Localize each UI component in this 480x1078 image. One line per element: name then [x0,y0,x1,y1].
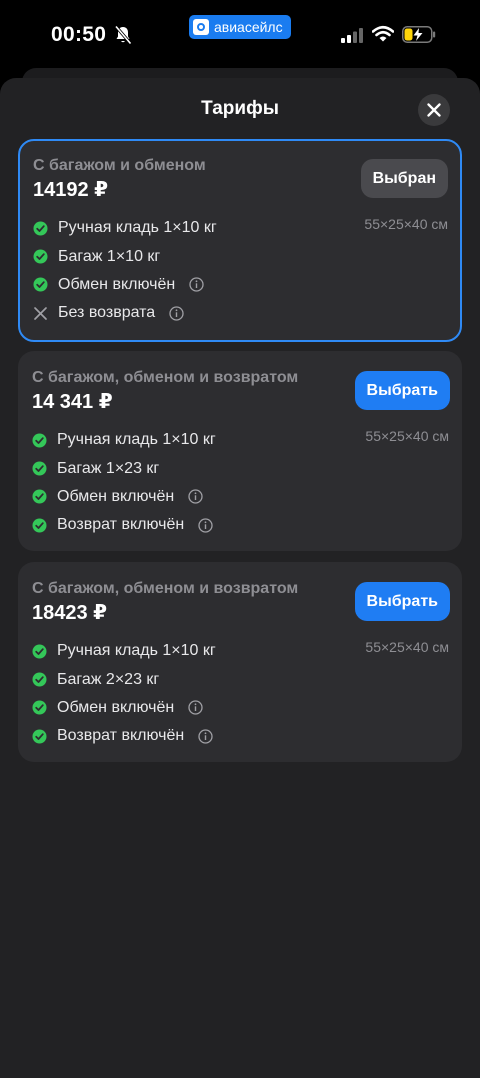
tariff-card[interactable]: С багажом и обменом 14192 ₽ Выбран 55×25… [18,139,462,342]
feature-item: Ручная кладь 1×10 кг [33,214,217,242]
tariff-card[interactable]: С багажом, обменом и возвратом 18423 ₽ В… [18,562,462,762]
feature-item: Багаж 1×23 кг [32,454,216,482]
cross-icon [33,306,48,321]
tariff-title: С багажом и обменом [33,157,206,174]
status-time: 00:50 [51,23,107,46]
feature-label: Багаж 2×23 кг [57,670,160,688]
aviasales-logo-icon [193,19,209,35]
info-icon[interactable] [198,729,213,744]
bell-slash-icon [114,25,132,45]
feature-label: Возврат включён [57,516,185,534]
battery-charging-icon [402,26,436,43]
close-button[interactable] [418,94,450,126]
feature-label: Ручная кладь 1×10 кг [57,431,216,449]
tariff-card[interactable]: С багажом, обменом и возвратом 14 341 ₽ … [18,351,462,551]
tariff-select-button[interactable]: Выбрать [354,582,450,621]
feature-item: Обмен включён [32,483,216,511]
feature-label: Обмен включён [57,487,175,505]
feature-item: Багаж 2×23 кг [32,665,216,693]
check-icon [33,221,48,236]
check-icon [32,489,47,504]
info-icon[interactable] [169,306,184,321]
feature-item: Без возврата [33,299,217,327]
feature-item: Возврат включён [32,511,216,539]
check-icon [33,277,48,292]
check-icon [32,518,47,533]
feature-list: Ручная кладь 1×10 кг Багаж 1×10 кг Обмен… [33,214,217,328]
feature-item: Ручная кладь 1×10 кг [32,426,216,454]
feature-label: Возврат включён [57,727,185,745]
feature-list: Ручная кладь 1×10 кг Багаж 1×23 кг Обмен… [32,426,216,540]
wifi-icon [372,25,394,42]
check-icon [32,672,47,687]
info-icon[interactable] [189,277,204,293]
feature-item: Возврат включён [32,722,216,750]
status-bar: 00:50 авиасейлс [0,0,480,68]
feature-label: Багаж 1×10 кг [58,247,161,265]
tariff-select-button[interactable]: Выбрать [354,371,450,410]
feature-item: Обмен включён [33,271,217,299]
baggage-dimensions: 55×25×40 см [364,216,448,232]
check-icon [32,729,47,744]
check-icon [32,461,47,476]
tariff-selected-button[interactable]: Выбран [360,159,448,198]
check-icon [33,249,48,264]
tariff-price: 14192 ₽ [33,179,109,201]
app-return-pill[interactable]: авиасейлс [189,15,291,39]
feature-label: Обмен включён [58,275,176,293]
cellular-signal-icon [341,28,363,43]
info-icon[interactable] [188,700,203,716]
feature-item: Обмен включён [32,694,216,722]
tariff-price: 18423 ₽ [32,602,108,624]
feature-list: Ручная кладь 1×10 кг Багаж 2×23 кг Обмен… [32,637,216,751]
feature-label: Без возврата [58,304,156,322]
baggage-dimensions: 55×25×40 см [365,428,449,444]
info-icon[interactable] [188,489,203,505]
feature-label: Ручная кладь 1×10 кг [57,642,216,660]
feature-label: Багаж 1×23 кг [57,459,160,477]
tariff-price: 14 341 ₽ [32,391,113,413]
feature-label: Обмен включён [57,698,175,716]
info-icon[interactable] [198,518,213,533]
app-pill-label: авиасейлс [214,19,283,35]
close-icon [427,103,441,117]
feature-item: Ручная кладь 1×10 кг [32,637,216,665]
tariff-title: С багажом, обменом и возвратом [32,369,299,386]
check-icon [32,700,47,715]
check-icon [32,433,47,448]
tariff-title: С багажом, обменом и возвратом [32,580,299,597]
sheet-title: Тарифы [201,98,279,119]
check-icon [32,644,47,659]
baggage-dimensions: 55×25×40 см [365,639,449,655]
feature-item: Багаж 1×10 кг [33,242,217,270]
feature-label: Ручная кладь 1×10 кг [58,219,217,237]
